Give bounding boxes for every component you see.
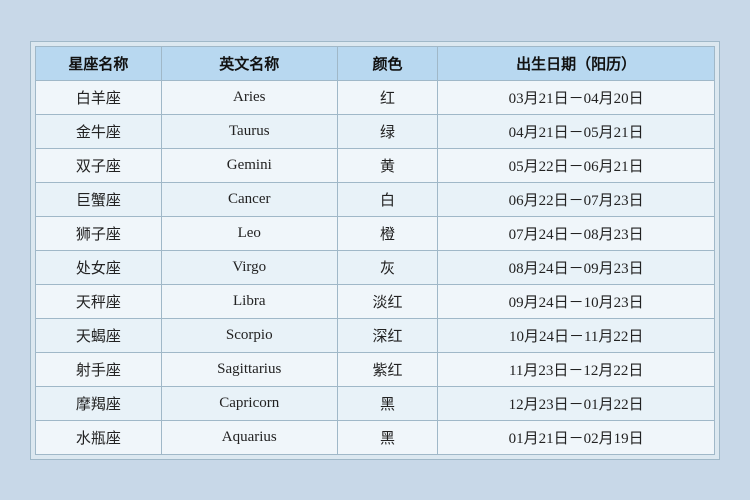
cell-en: Libra — [161, 284, 337, 318]
cell-zh: 狮子座 — [36, 216, 162, 250]
cell-zh: 巨蟹座 — [36, 182, 162, 216]
table-row: 水瓶座Aquarius黑01月21日－02月19日 — [36, 420, 715, 454]
cell-color: 黑 — [337, 386, 438, 420]
cell-en: Taurus — [161, 114, 337, 148]
cell-en: Gemini — [161, 148, 337, 182]
table-row: 金牛座Taurus绿04月21日－05月21日 — [36, 114, 715, 148]
cell-date: 09月24日－10月23日 — [438, 284, 715, 318]
cell-zh: 水瓶座 — [36, 420, 162, 454]
cell-en: Virgo — [161, 250, 337, 284]
col-header-zh: 星座名称 — [36, 46, 162, 80]
table-row: 巨蟹座Cancer白06月22日－07月23日 — [36, 182, 715, 216]
cell-zh: 天蝎座 — [36, 318, 162, 352]
table-row: 双子座Gemini黄05月22日－06月21日 — [36, 148, 715, 182]
col-header-en: 英文名称 — [161, 46, 337, 80]
cell-en: Scorpio — [161, 318, 337, 352]
table-row: 天蝎座Scorpio深红10月24日－11月22日 — [36, 318, 715, 352]
cell-en: Sagittarius — [161, 352, 337, 386]
cell-color: 黑 — [337, 420, 438, 454]
zodiac-table: 星座名称 英文名称 颜色 出生日期（阳历） 白羊座Aries红03月21日－04… — [35, 46, 715, 455]
cell-en: Aquarius — [161, 420, 337, 454]
cell-zh: 处女座 — [36, 250, 162, 284]
table-row: 射手座Sagittarius紫红11月23日－12月22日 — [36, 352, 715, 386]
cell-color: 灰 — [337, 250, 438, 284]
cell-date: 11月23日－12月22日 — [438, 352, 715, 386]
cell-color: 橙 — [337, 216, 438, 250]
cell-en: Aries — [161, 80, 337, 114]
cell-date: 06月22日－07月23日 — [438, 182, 715, 216]
table-row: 狮子座Leo橙07月24日－08月23日 — [36, 216, 715, 250]
cell-color: 黄 — [337, 148, 438, 182]
cell-color: 绿 — [337, 114, 438, 148]
col-header-date: 出生日期（阳历） — [438, 46, 715, 80]
cell-color: 深红 — [337, 318, 438, 352]
cell-zh: 白羊座 — [36, 80, 162, 114]
table-row: 天秤座Libra淡红09月24日－10月23日 — [36, 284, 715, 318]
cell-date: 10月24日－11月22日 — [438, 318, 715, 352]
table-row: 白羊座Aries红03月21日－04月20日 — [36, 80, 715, 114]
cell-en: Cancer — [161, 182, 337, 216]
cell-zh: 摩羯座 — [36, 386, 162, 420]
cell-color: 淡红 — [337, 284, 438, 318]
table-row: 处女座Virgo灰08月24日－09月23日 — [36, 250, 715, 284]
cell-date: 12月23日－01月22日 — [438, 386, 715, 420]
cell-date: 08月24日－09月23日 — [438, 250, 715, 284]
col-header-color: 颜色 — [337, 46, 438, 80]
zodiac-table-container: 星座名称 英文名称 颜色 出生日期（阳历） 白羊座Aries红03月21日－04… — [30, 41, 720, 460]
cell-color: 红 — [337, 80, 438, 114]
cell-color: 紫红 — [337, 352, 438, 386]
cell-date: 05月22日－06月21日 — [438, 148, 715, 182]
cell-en: Capricorn — [161, 386, 337, 420]
cell-zh: 射手座 — [36, 352, 162, 386]
cell-date: 07月24日－08月23日 — [438, 216, 715, 250]
cell-color: 白 — [337, 182, 438, 216]
table-row: 摩羯座Capricorn黑12月23日－01月22日 — [36, 386, 715, 420]
cell-zh: 天秤座 — [36, 284, 162, 318]
table-header-row: 星座名称 英文名称 颜色 出生日期（阳历） — [36, 46, 715, 80]
cell-date: 01月21日－02月19日 — [438, 420, 715, 454]
cell-en: Leo — [161, 216, 337, 250]
cell-zh: 双子座 — [36, 148, 162, 182]
cell-zh: 金牛座 — [36, 114, 162, 148]
cell-date: 04月21日－05月21日 — [438, 114, 715, 148]
cell-date: 03月21日－04月20日 — [438, 80, 715, 114]
